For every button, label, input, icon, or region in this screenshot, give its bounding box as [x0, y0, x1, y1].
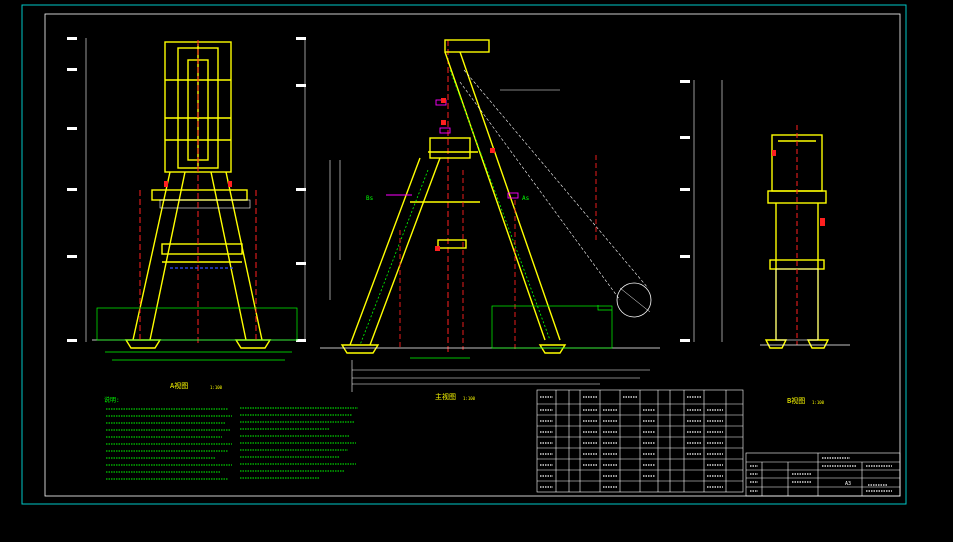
sheet-size-label: A3	[845, 481, 851, 487]
material-table-cells	[540, 396, 723, 488]
general-notes: 说明:	[104, 396, 358, 480]
main-view[interactable]: Bs As 主视图 1:100	[320, 39, 660, 401]
left-view-title: A视图	[170, 381, 188, 390]
notes-heading: 说明:	[104, 396, 120, 404]
main-view-title: 主视图	[435, 392, 456, 401]
marker-bs: Bs	[366, 195, 374, 202]
material-table[interactable]	[536, 389, 744, 493]
main-view-scale: 1:100	[463, 396, 476, 401]
left-view-scale: 1:100	[210, 385, 223, 390]
title-block[interactable]	[745, 452, 901, 497]
cad-drawing-canvas[interactable]: A视图 1:100 Bs As 主视图 1:100 B视图 1:100 说明: …	[0, 0, 953, 542]
outer-sheet-frame	[21, 4, 907, 505]
right-view-title: B视图	[787, 396, 805, 405]
title-block-cells	[750, 457, 892, 492]
right-view-scale: 1:100	[812, 400, 825, 405]
right-view-b[interactable]: B视图 1:100	[680, 80, 850, 405]
left-view-a[interactable]: A视图 1:100	[67, 37, 306, 390]
marker-as: As	[522, 195, 530, 202]
